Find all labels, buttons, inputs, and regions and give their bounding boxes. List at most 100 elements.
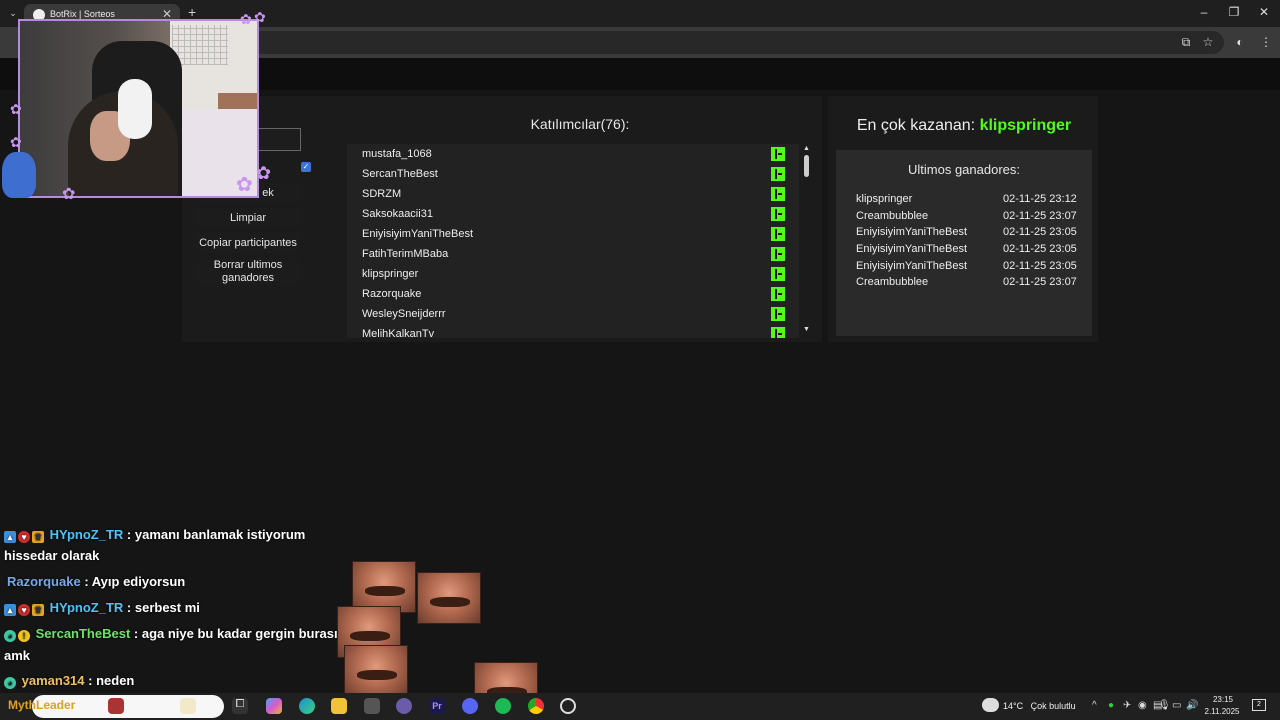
chat-message: ▴ ♥ ♛ HYpnoZ_TR : serbest mi: [4, 600, 200, 616]
top-winner-heading: En çok kazanan: klipspringer: [836, 117, 1092, 135]
premiere-pro-icon[interactable]: Pr: [429, 698, 445, 714]
app-icon[interactable]: [364, 698, 380, 714]
emote-image: [344, 645, 408, 697]
participant-row: MelihKalkanTv: [347, 324, 799, 338]
weather-temp: 14°C: [1003, 701, 1024, 711]
file-explorer-icon[interactable]: [331, 698, 347, 714]
task-view-icon[interactable]: ⧠: [232, 698, 248, 714]
obs-icon[interactable]: [560, 698, 576, 714]
network-icon[interactable]: ▭: [1172, 700, 1181, 711]
participant-name: SDRZM: [362, 188, 402, 200]
participant-name: SercanTheBest: [362, 168, 438, 180]
notification-icon[interactable]: 2: [1252, 699, 1266, 711]
participant-name: WesleySneijderrr: [362, 308, 446, 320]
menu-icon[interactable]: ⋮: [1258, 35, 1274, 49]
participant-row: SDRZM: [347, 184, 799, 204]
chat-text: yamanı banlamak istiyorum: [134, 527, 306, 542]
delete-winners-button[interactable]: Borrar ultimos ganadores: [195, 258, 301, 285]
participant-name: MelihKalkanTv: [362, 328, 435, 338]
stitch-mascot-icon: [2, 152, 36, 198]
kick-icon: [771, 247, 785, 261]
participants-list[interactable]: mustafa_1068 SercanTheBest SDRZM Saksoka…: [347, 144, 799, 338]
chat-username: HYpnoZ_TR: [49, 527, 124, 542]
scrollbar-thumb[interactable]: [804, 155, 809, 177]
chat-username: yaman314: [21, 673, 85, 688]
chat-badge-icon: !: [18, 630, 30, 642]
kick-icon: [771, 307, 785, 321]
copilot-icon[interactable]: [266, 698, 282, 714]
scroll-up-arrow-icon[interactable]: ▲: [803, 145, 810, 152]
emote-image: [417, 572, 481, 624]
chat-badge-icon: ◕: [4, 630, 16, 642]
chat-message: amk: [4, 648, 30, 663]
weather-cloud-icon[interactable]: [982, 698, 999, 712]
chat-text: aga niye bu kadar gergin burası: [141, 626, 338, 641]
close-window-icon[interactable]: ✕: [1254, 5, 1274, 19]
app-icon[interactable]: [396, 698, 412, 714]
winner-date: 02-11-25 23:05: [1003, 226, 1077, 238]
participant-row: Saksokaacii31: [347, 204, 799, 224]
chat-separator: :: [123, 527, 135, 542]
chat-text: Ayıp ediyorsun: [91, 574, 186, 589]
delete-button-label: Borrar ultimos ganadores: [213, 258, 283, 284]
chat-badge-icon: ♥: [18, 604, 30, 616]
chat-separator: :: [130, 626, 142, 641]
discord-icon[interactable]: [462, 698, 478, 714]
participant-name: EniyisiyimYaniTheBest: [362, 228, 474, 240]
flower-decoration-icon: ✿: [10, 134, 22, 150]
tray-chevron-icon[interactable]: ^: [1092, 700, 1097, 711]
chat-badge-icon: ♥: [18, 531, 30, 543]
bookmark-star-icon[interactable]: ☆: [1200, 35, 1216, 49]
minimize-icon[interactable]: –: [1194, 5, 1214, 19]
clear-button[interactable]: Limpiar: [195, 208, 301, 228]
chat-separator: :: [123, 600, 135, 615]
chat-message: ▴ ♥ ♛ HYpnoZ_TR : yamanı banlamak istiyoru…: [4, 527, 305, 543]
clock-date[interactable]: 2.11.2025: [1202, 707, 1242, 716]
spotify-icon[interactable]: [495, 698, 511, 714]
winner-date: 02-11-25 23:05: [1003, 260, 1077, 272]
kick-icon: [771, 187, 785, 201]
copy-button-label: Copiar participantes: [199, 236, 297, 249]
restore-icon[interactable]: ❐: [1224, 5, 1244, 19]
tray-status-icon[interactable]: ●: [1108, 700, 1114, 711]
chat-text: amk: [4, 648, 31, 663]
participant-name: mustafa_1068: [362, 148, 432, 160]
flower-decoration-icon: ✿: [236, 174, 253, 196]
tray-app-icon[interactable]: ✈: [1123, 700, 1131, 711]
chrome-icon[interactable]: [528, 698, 544, 714]
winner-name: klipspringer: [856, 193, 913, 205]
participant-name: klipspringer: [362, 268, 419, 280]
profile-icon[interactable]: ◐: [1232, 35, 1248, 49]
steam-icon[interactable]: ◉: [1138, 700, 1147, 711]
edge-icon[interactable]: [299, 698, 315, 714]
participant-name: FatihTerimMBaba: [362, 248, 449, 260]
keyword-input[interactable]: [258, 128, 301, 151]
clock-time[interactable]: 23:15: [1206, 695, 1240, 704]
winner-date: 02-11-25 23:07: [1003, 276, 1077, 288]
scroll-down-arrow-icon[interactable]: ▼: [803, 326, 810, 333]
address-bar[interactable]: [170, 31, 1224, 54]
crown-badge-icon: ♛: [32, 604, 44, 616]
search-highlight-icon: [108, 698, 124, 714]
chat-separator: :: [84, 673, 97, 688]
kick-icon: [771, 287, 785, 301]
flower-decoration-icon: ✿: [10, 101, 22, 117]
chat-message: hissedar olarak: [4, 548, 99, 563]
kick-icon: [771, 227, 785, 241]
microphone-icon[interactable]: 🎙: [1158, 700, 1171, 711]
flower-decoration-icon: ✿: [256, 163, 272, 183]
option-checkbox[interactable]: ✓: [301, 162, 311, 172]
weather-widget[interactable]: 14°C Çok bulutlu: [1003, 701, 1076, 711]
participant-name: Saksokaacii31: [362, 208, 433, 220]
participant-row: SercanTheBest: [347, 164, 799, 184]
flower-decoration-icon: ✿: [240, 11, 252, 27]
webcam-wall-grid: [172, 25, 228, 65]
new-tab-button[interactable]: +: [188, 4, 196, 20]
translate-icon[interactable]: ⧉: [1178, 35, 1194, 50]
participant-row: FatihTerimMBaba: [347, 244, 799, 264]
chat-message: ◕ yaman314 : neden: [4, 673, 134, 689]
chat-badge-icon: ◕: [4, 677, 16, 689]
volume-icon[interactable]: 🔊: [1186, 700, 1198, 711]
copy-participants-button[interactable]: Copiar participantes: [195, 233, 301, 253]
participant-row: Razorquake: [347, 284, 799, 304]
